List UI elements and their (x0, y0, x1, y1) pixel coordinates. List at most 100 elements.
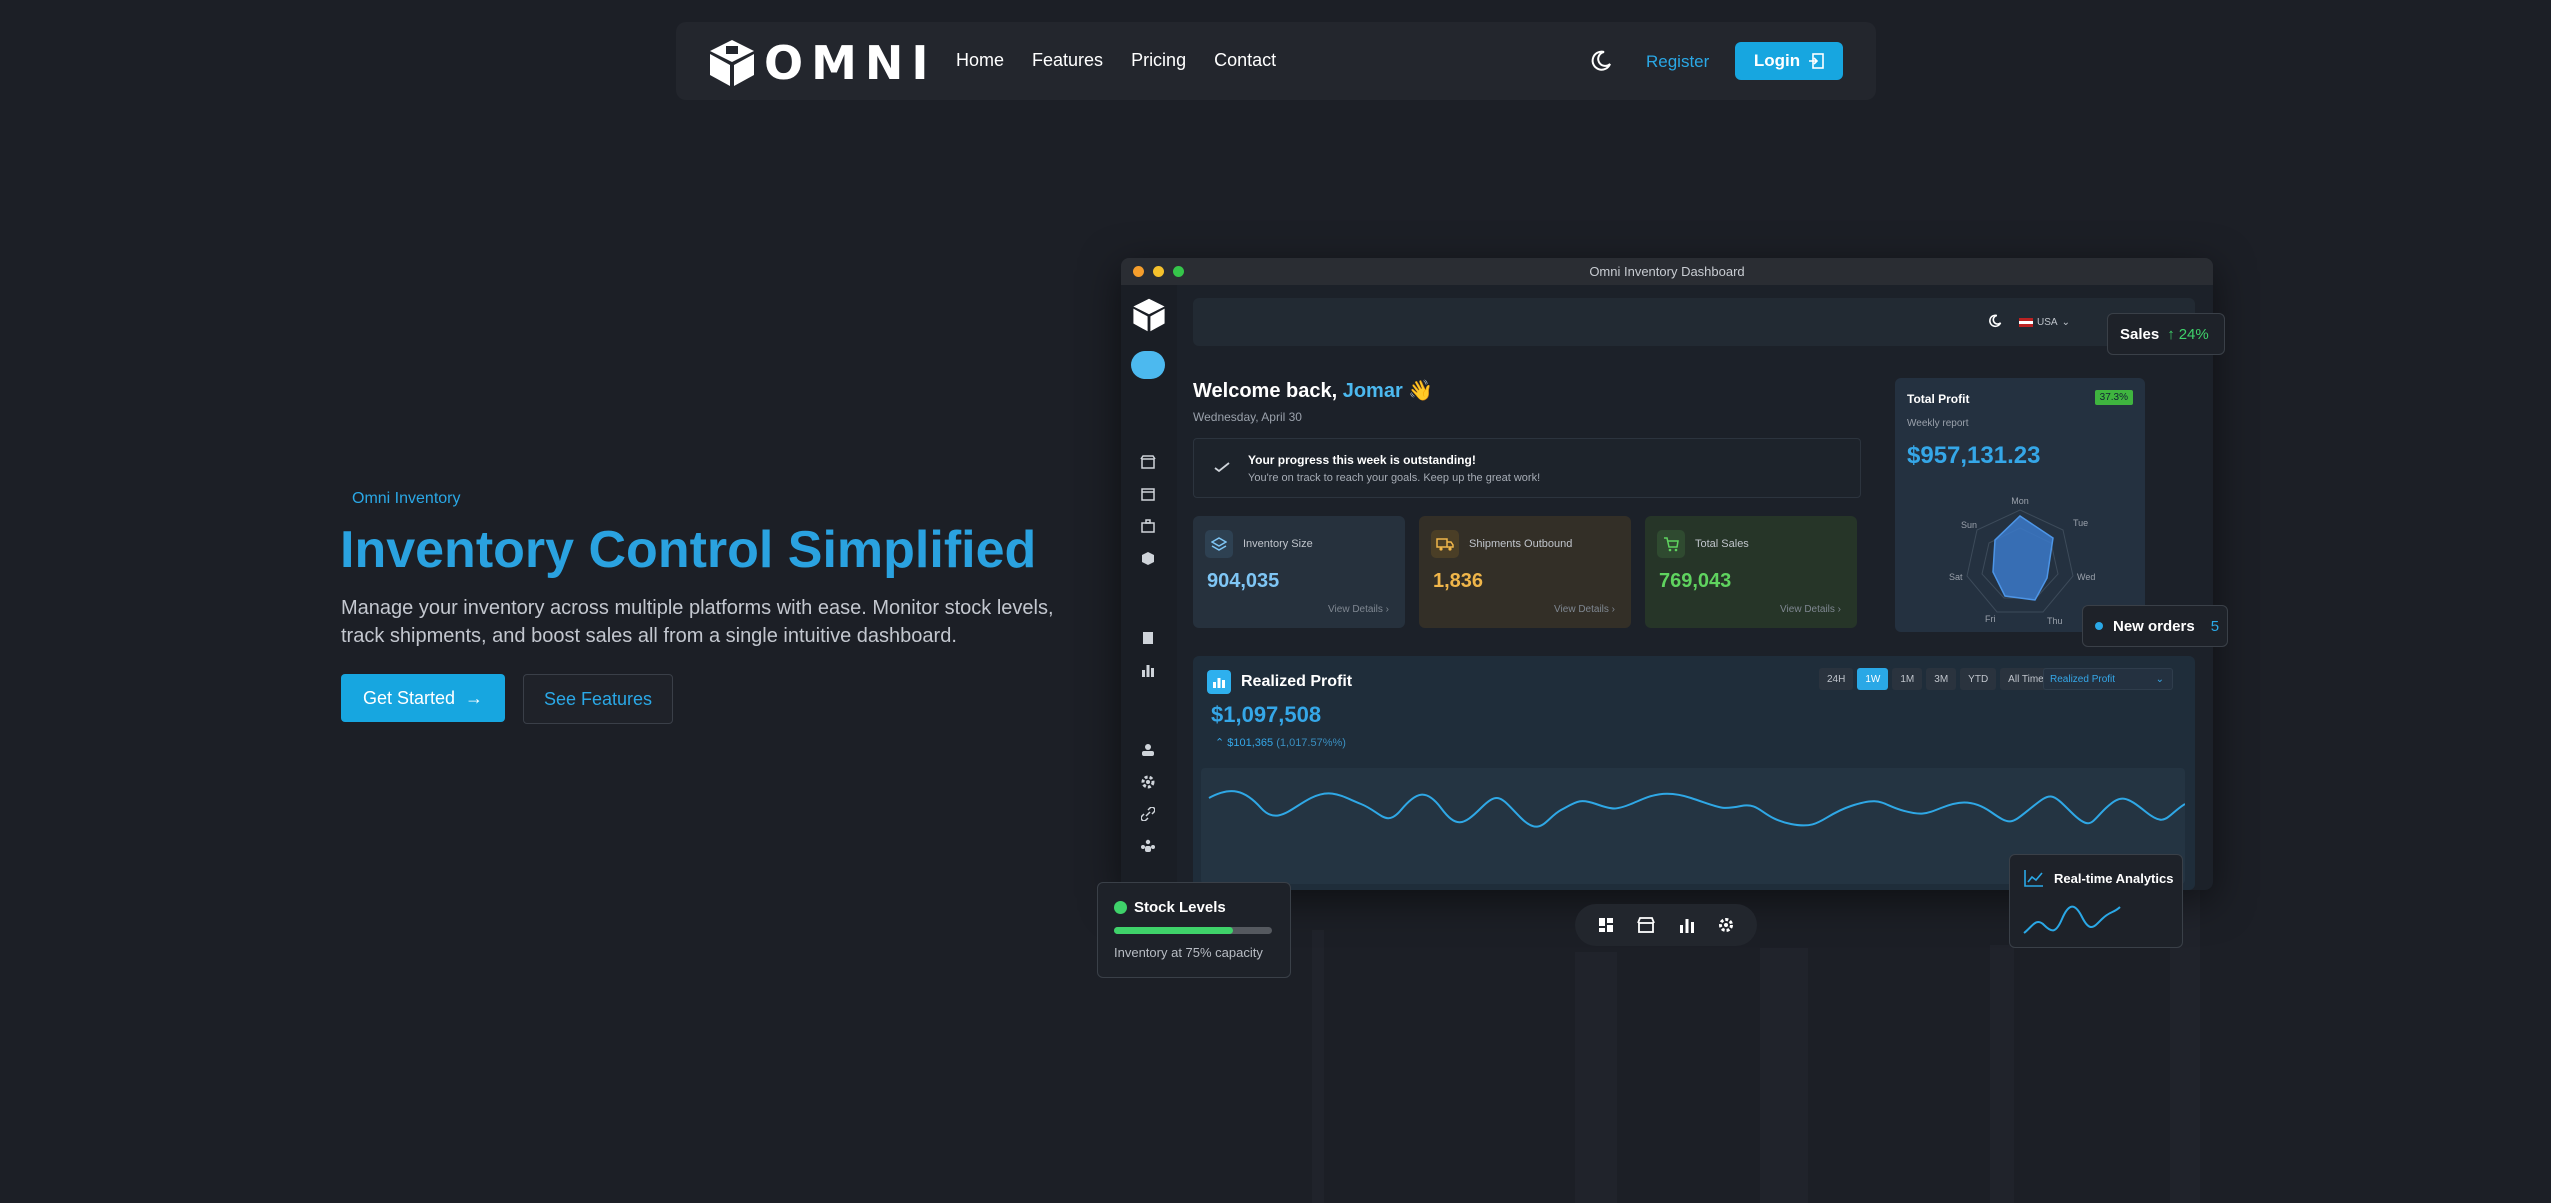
see-features-button[interactable]: See Features (523, 674, 673, 724)
stat-label: Inventory Size (1243, 538, 1313, 550)
stat-card-sales[interactable]: Total Sales 769,043 View Details › (1645, 516, 1857, 628)
window-title: Omni Inventory Dashboard (1589, 264, 1745, 279)
country-label: USA (2037, 316, 2058, 328)
realized-profit-value: $1,097,508 (1211, 702, 1322, 727)
change-percent: (1,017.57%%) (1276, 737, 1346, 749)
radar-label-tue: Tue (2073, 518, 2088, 528)
stock-levels-card: Stock Levels Inventory at 75% capacity (1097, 882, 1291, 978)
truck-icon (1431, 530, 1459, 558)
view-details-label: View Details (1554, 604, 1609, 615)
stat-value: 1,836 (1433, 570, 1484, 592)
range-1m[interactable]: 1M (1892, 668, 1923, 690)
logo[interactable]: OMNI (708, 36, 937, 90)
progress-banner: Your progress this week is outstanding! … (1193, 438, 1861, 498)
login-icon (1809, 53, 1824, 69)
dashboard-window: Omni Inventory Dashboard USA ⌄ Welcome b… (1121, 258, 2213, 890)
chevron-down-icon: ⌄ (2061, 316, 2070, 328)
welcome-heading: Welcome back, Jomar 👋 (1193, 378, 1433, 403)
sidebar-report-icon[interactable] (1139, 629, 1157, 647)
radar-label-mon: Mon (2011, 496, 2029, 506)
range-3m[interactable]: 3M (1926, 668, 1957, 690)
new-orders-count: 5 (2210, 617, 2220, 635)
range-1w[interactable]: 1W (1857, 668, 1889, 690)
total-profit-value: $957,131.23 (1907, 442, 2041, 469)
welcome-prefix: Welcome back, (1193, 380, 1338, 402)
stat-card-inventory[interactable]: Inventory Size 904,035 View Details › (1193, 516, 1405, 628)
cube-logo-icon (710, 40, 754, 86)
layers-icon (1205, 530, 1233, 558)
radar-label-fri: Fri (1985, 614, 1996, 624)
dashboard-topbar: USA ⌄ (1193, 298, 2195, 346)
user-name: Jomar (1342, 380, 1403, 402)
realized-profit-change: ⌃ $101,365 (1,017.57%%) (1215, 736, 1346, 749)
get-started-button[interactable]: Get Started → (341, 674, 505, 722)
stat-value: 769,043 (1659, 570, 1732, 592)
range-24h[interactable]: 24H (1819, 668, 1854, 690)
country-select[interactable]: USA ⌄ (2019, 312, 2070, 332)
nav-link-contact[interactable]: Contact (1214, 50, 1276, 71)
topbar-theme-moon-icon[interactable] (1987, 313, 2003, 329)
sidebar-settings-icon[interactable] (1139, 773, 1157, 791)
sidebar-store-icon[interactable] (1139, 453, 1157, 471)
sidebar-bar-chart-icon[interactable] (1139, 661, 1157, 679)
radar-label-sat: Sat (1949, 572, 1963, 582)
cart-icon (1657, 530, 1685, 558)
stat-card-shipments[interactable]: Shipments Outbound 1,836 View Details › (1419, 516, 1631, 628)
analytics-title: Real-time Analytics (2054, 871, 2174, 886)
hero-eyebrow: Omni Inventory (352, 490, 461, 507)
view-details-link[interactable]: View Details › (1328, 604, 1389, 615)
status-dot (2095, 622, 2103, 630)
change-value: $101,365 (1227, 737, 1274, 749)
check-icon (1214, 462, 1230, 473)
range-ytd[interactable]: YTD (1960, 668, 1997, 690)
nav-link-home[interactable]: Home (956, 50, 1004, 71)
view-details-link[interactable]: View Details › (1780, 604, 1841, 615)
realized-profit-title: Realized Profit (1241, 673, 1353, 690)
sidebar-link-icon[interactable] (1139, 805, 1157, 823)
sidebar-briefcase-icon[interactable] (1139, 517, 1157, 535)
login-button[interactable]: Login (1735, 42, 1843, 80)
stat-value: 904,035 (1207, 570, 1280, 592)
sidebar-dashboard-icon[interactable] (1131, 351, 1165, 379)
progress-subtitle: You're on track to reach your goals. Kee… (1248, 472, 1541, 484)
sidebar-users-icon[interactable] (1139, 741, 1157, 759)
sidebar-logo-icon (1133, 298, 1165, 332)
arrow-right-icon: → (465, 687, 484, 708)
sidebar-box-icon[interactable] (1139, 549, 1157, 567)
realtime-analytics-card: Real-time Analytics (2009, 854, 2183, 948)
nav-links: Home Features Pricing Contact (956, 50, 1276, 71)
sidebar-team-icon[interactable] (1139, 837, 1157, 855)
profit-subtitle: Weekly report (1907, 418, 1969, 429)
progress-title: Your progress this week is outstanding! (1248, 453, 1476, 467)
trend-up-icon: ⌃ (1215, 737, 1225, 749)
trend-chart-icon (2024, 870, 2043, 887)
sidebar-calendar-icon[interactable] (1139, 485, 1157, 503)
stock-levels-title: Stock Levels (1134, 899, 1226, 916)
hero-description: Manage your inventory across multiple pl… (341, 597, 1054, 647)
dock-dashboard-icon[interactable] (1598, 917, 1614, 933)
dashboard-sidebar (1121, 285, 1177, 890)
view-details-link[interactable]: View Details › (1554, 604, 1615, 615)
radar-label-wed: Wed (2077, 572, 2095, 582)
us-flag-icon (2019, 317, 2033, 327)
theme-toggle-moon-icon[interactable] (1588, 48, 1614, 74)
radar-label-sun: Sun (1961, 520, 1977, 530)
stat-label: Total Sales (1695, 538, 1749, 550)
metric-select[interactable]: Realized Profit ⌄ (2043, 668, 2173, 690)
new-orders-label: New orders (2113, 617, 2195, 635)
view-details-label: View Details (1780, 604, 1835, 615)
register-link[interactable]: Register (1646, 52, 1709, 72)
stock-progress-fill (1114, 927, 1233, 934)
dock-settings-icon[interactable] (1718, 917, 1734, 933)
nav-link-pricing[interactable]: Pricing (1131, 50, 1186, 71)
total-profit-title: Total Profit (1907, 392, 1970, 406)
dock-store-icon[interactable] (1637, 917, 1656, 933)
nav-link-features[interactable]: Features (1032, 50, 1103, 71)
dock-chart-icon[interactable] (1679, 917, 1695, 933)
navbar: OMNI Home Features Pricing Contact Regis… (676, 22, 1876, 100)
profit-badge: 37.3% (2094, 390, 2133, 405)
analytics-sparkline (2023, 905, 2121, 934)
logo-text: OMNI (764, 36, 937, 90)
range-selector: 24H 1W 1M 3M YTD All Time (1819, 668, 2052, 690)
stat-label: Shipments Outbound (1469, 538, 1573, 550)
